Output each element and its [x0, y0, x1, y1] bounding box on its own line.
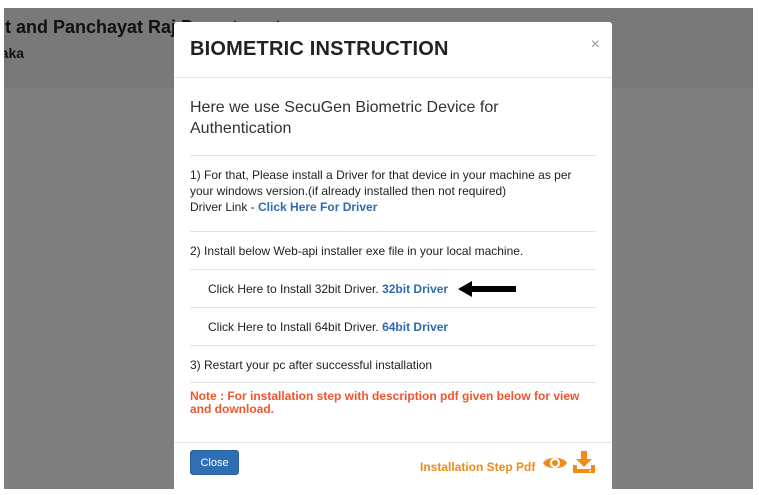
- installation-pdf-label: Installation Step Pdf: [420, 460, 536, 474]
- 32bit-driver-link[interactable]: 32bit Driver: [382, 282, 448, 296]
- divider: [190, 382, 596, 383]
- modal-footer: Close Installation Step Pdf: [174, 442, 612, 492]
- divider: [190, 231, 596, 232]
- install-32bit-row: Click Here to Install 32bit Driver. 32bi…: [208, 281, 614, 297]
- divider: [190, 155, 596, 156]
- step-1-text: 1) For that, Please install a Driver for…: [190, 168, 572, 198]
- frame-edge-left: [0, 0, 4, 495]
- biometric-modal: BIOMETRIC INSTRUCTION × Here we use Secu…: [174, 22, 612, 492]
- modal-title: BIOMETRIC INSTRUCTION: [190, 38, 449, 60]
- close-button[interactable]: Close: [190, 450, 239, 475]
- eye-icon[interactable]: [542, 453, 568, 473]
- install-64bit-row: Click Here to Install 64bit Driver. 64bi…: [208, 319, 614, 335]
- intro-text: Here we use SecuGen Biometric Device for…: [190, 99, 499, 137]
- close-icon[interactable]: ×: [591, 36, 600, 54]
- install-32bit-text: Click Here to Install 32bit Driver.: [208, 282, 383, 296]
- driver-link-prefix: Driver Link -: [190, 200, 259, 214]
- page: nt and Panchayat Raj Department taka BIO…: [0, 0, 759, 495]
- frame-edge-top: [0, 0, 759, 8]
- driver-link[interactable]: Click Here For Driver: [258, 200, 377, 214]
- download-icon[interactable]: [572, 450, 596, 474]
- step-1: 1) For that, Please install a Driver for…: [190, 167, 596, 215]
- divider: [190, 345, 596, 346]
- divider: [190, 307, 596, 308]
- frame-edge-right: [753, 0, 759, 495]
- installation-note: Note : For installation step with descri…: [190, 389, 580, 416]
- step-3: 3) Restart your pc after successful inst…: [190, 358, 433, 372]
- modal-header: BIOMETRIC INSTRUCTION ×: [174, 22, 612, 78]
- install-64bit-text: Click Here to Install 64bit Driver.: [208, 320, 383, 334]
- arrow-left-icon: [458, 281, 516, 297]
- 64bit-driver-link[interactable]: 64bit Driver: [382, 320, 448, 334]
- divider: [190, 269, 596, 270]
- step-2: 2) Install below Web-api installer exe f…: [190, 244, 524, 258]
